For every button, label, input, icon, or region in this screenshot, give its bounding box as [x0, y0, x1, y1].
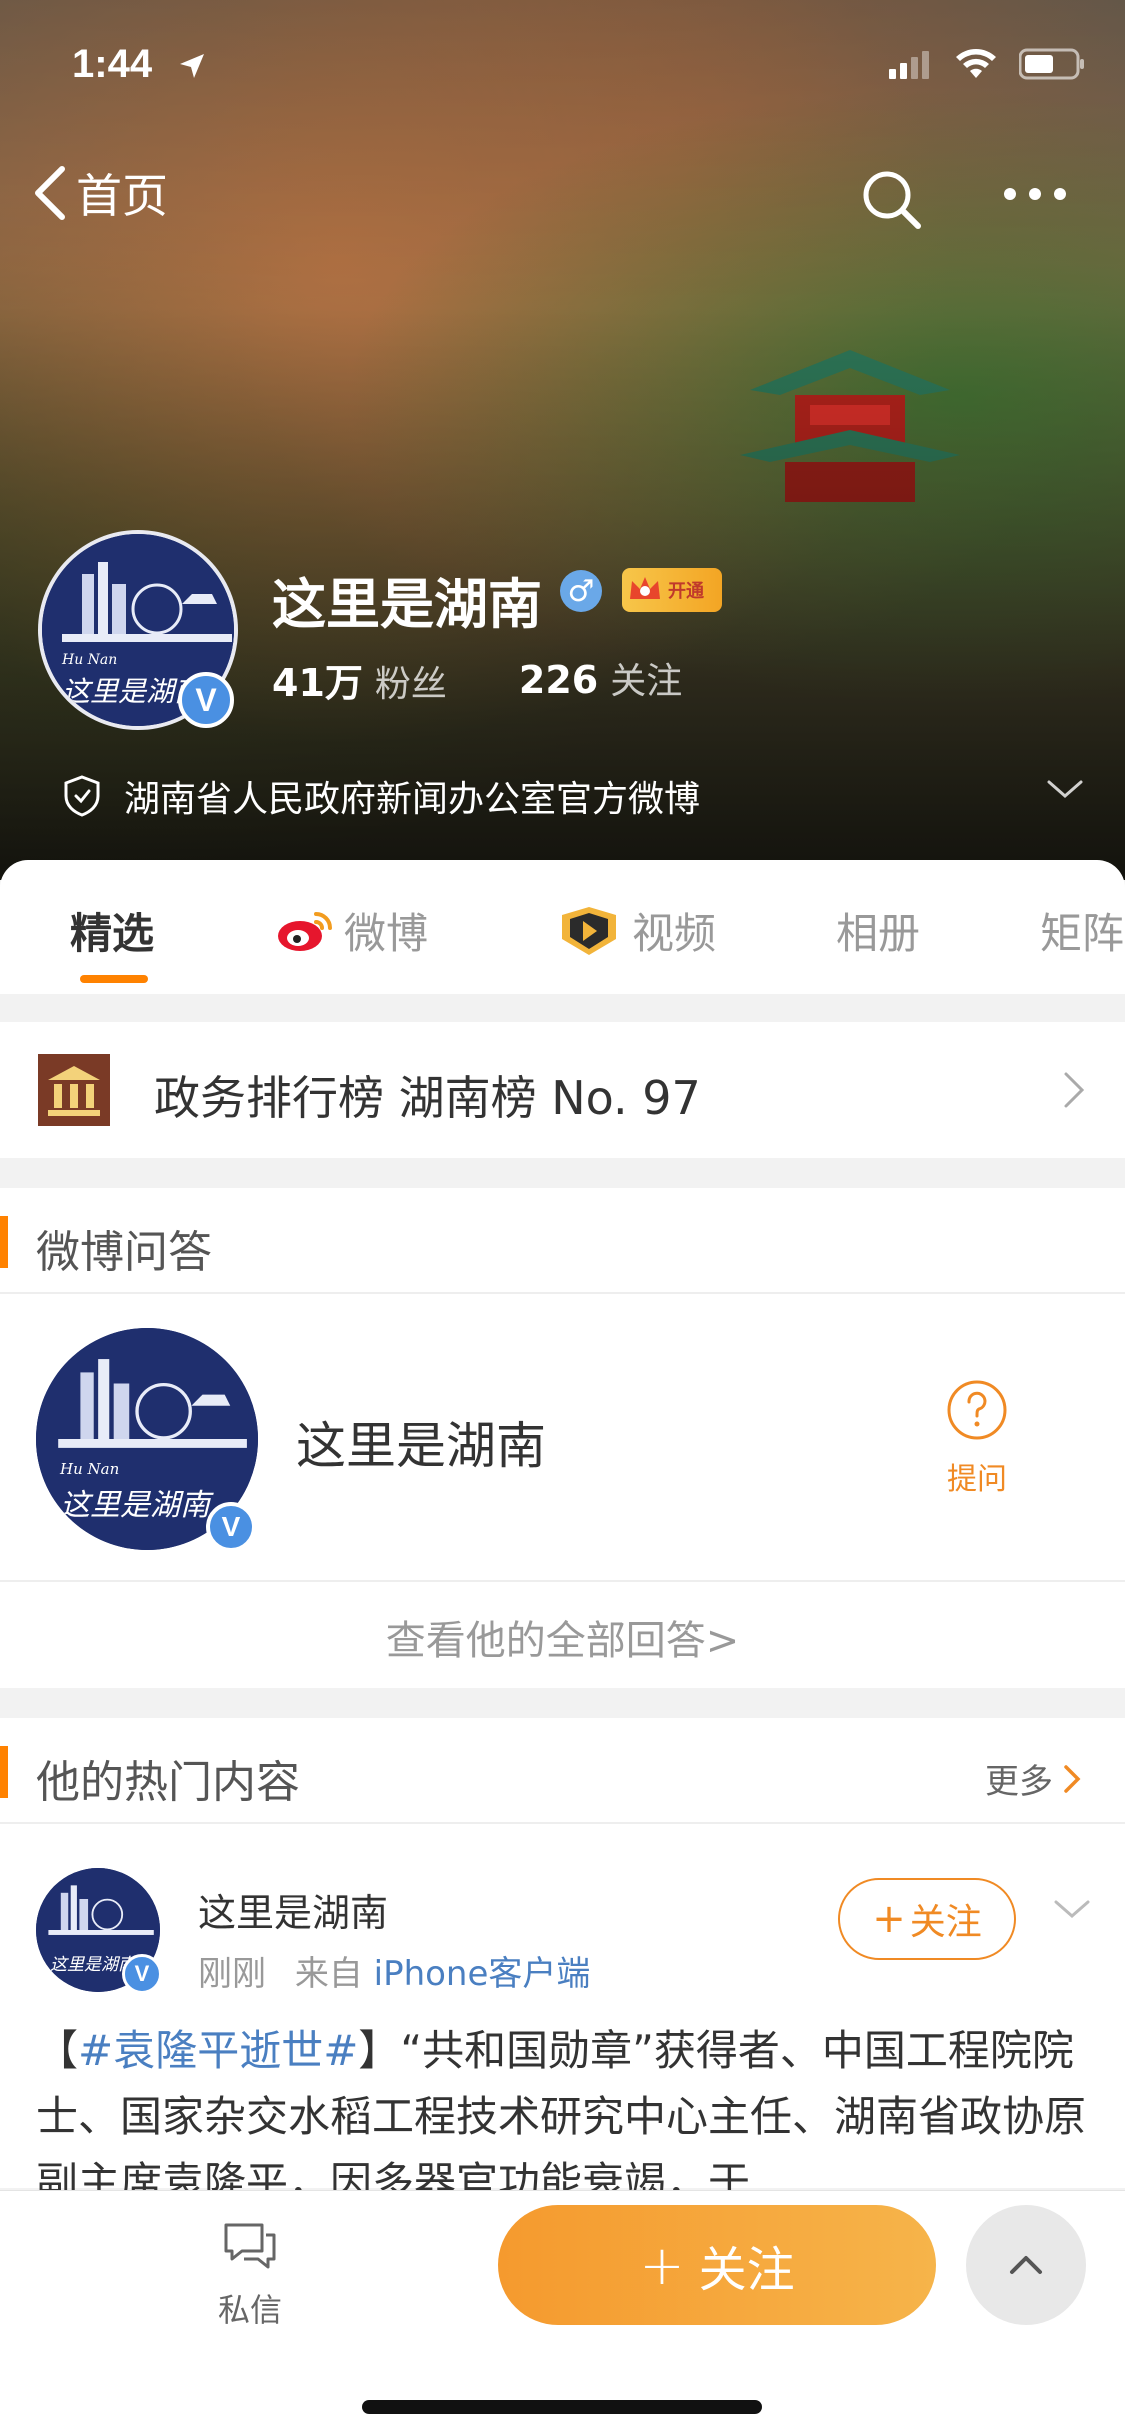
more-link[interactable]: 更多	[985, 1754, 1081, 1803]
search-icon[interactable]	[860, 168, 924, 232]
chevron-left-icon	[35, 166, 65, 220]
status-indicators	[889, 48, 1085, 80]
profile-stats: 41万 粉丝 226 关注	[272, 652, 682, 707]
signal-icon	[889, 51, 929, 79]
location-arrow-icon	[180, 54, 204, 78]
divider	[0, 1822, 1125, 1824]
post-hashtag[interactable]: #袁隆平逝世#	[78, 2026, 358, 2075]
tab-featured[interactable]: 精选	[70, 900, 154, 961]
hot-content-card: 他的热门内容 更多 这里是湖南 V 这里是湖南 刚刚 来自 iPhone客户端 …	[0, 1718, 1125, 2207]
follow-label: 关注	[698, 2242, 795, 2298]
tab-weibo[interactable]: 微博	[276, 900, 428, 961]
post-text-open: 【	[36, 2026, 79, 2075]
plus-icon: +	[639, 2233, 685, 2297]
avatar-caption-cn: 这里是湖南	[60, 1488, 210, 1523]
post-body[interactable]: 【#袁隆平逝世#】“共和国勋章”获得者、中国工程院院士、国家杂交水稻工程技术研究…	[36, 2018, 1096, 2216]
following-label: 关注	[610, 661, 683, 702]
tab-album[interactable]: 相册	[836, 900, 920, 961]
follow-label: 关注	[909, 1902, 982, 1943]
view-all-answers-link[interactable]: 查看他的全部回答>	[0, 1608, 1125, 1666]
back-button[interactable]: 首页	[30, 160, 168, 226]
plus-icon: +	[872, 1896, 906, 1942]
verified-badge: V	[122, 1954, 162, 1994]
post-follow-button[interactable]: + 关注	[838, 1878, 1016, 1960]
question-icon	[947, 1380, 1007, 1440]
qa-name: 这里是湖南	[296, 1417, 546, 1475]
chevron-right-icon	[1064, 1764, 1081, 1793]
followers-count: 41万	[272, 661, 363, 705]
status-bar: 1:44	[0, 0, 1125, 135]
post-from: 来自	[294, 1954, 363, 1994]
post-author-name[interactable]: 这里是湖南	[198, 1882, 388, 1937]
tab-label: 精选	[70, 909, 155, 958]
wifi-icon	[956, 49, 996, 78]
government-building-icon	[38, 1054, 110, 1126]
divider	[0, 1580, 1125, 1582]
tab-label: 矩阵	[1040, 909, 1125, 958]
status-time: 1:44	[72, 42, 153, 86]
divider	[0, 1292, 1125, 1294]
chevron-down-icon[interactable]	[1045, 778, 1085, 802]
official-description[interactable]: 湖南省人民政府新闻办公室官方微博	[62, 770, 700, 822]
chat-bubble-icon	[224, 2223, 276, 2269]
tab-video[interactable]: 视频	[556, 900, 716, 961]
shield-icon	[64, 775, 100, 817]
tab-label: 相册	[836, 909, 921, 958]
followers-label: 粉丝	[374, 664, 447, 705]
crown-icon	[630, 577, 660, 599]
tab-label: 微博	[344, 909, 429, 958]
qa-section-title: 微博问答	[36, 1227, 212, 1278]
followers-stat[interactable]: 41万 粉丝	[272, 652, 447, 707]
hot-section-title: 他的热门内容	[36, 1757, 300, 1808]
battery-icon	[1019, 48, 1084, 80]
section-accent-bar	[0, 1746, 8, 1798]
section-accent-bar	[0, 1216, 8, 1268]
rank-text: 政务排行榜 湖南榜 No. 97	[154, 1071, 701, 1125]
avatar-caption-en: Hu Nan	[62, 652, 118, 668]
more-label: 更多	[985, 1762, 1053, 1802]
post-source[interactable]: iPhone客户端	[374, 1954, 591, 1994]
following-stat[interactable]: 226 关注	[519, 652, 682, 707]
government-rank-card[interactable]: 政务排行榜 湖南榜 No. 97	[0, 1022, 1125, 1158]
verified-badge: V	[206, 1502, 256, 1552]
avatar-caption-en: Hu Nan	[60, 1460, 120, 1478]
post-time: 刚刚	[198, 1954, 266, 1994]
weibo-logo-icon	[278, 911, 332, 951]
vip-badge[interactable]: 开通	[622, 568, 722, 612]
tab-indicator	[80, 975, 148, 983]
chevron-down-icon[interactable]	[1052, 1898, 1092, 1922]
following-count: 226	[518, 658, 599, 702]
video-badge-icon	[562, 906, 616, 955]
ask-button[interactable]: 提问	[945, 1378, 1009, 1498]
ask-label: 提问	[947, 1462, 1007, 1497]
tab-label: 视频	[632, 909, 717, 958]
top-nav: 首页	[0, 160, 1125, 240]
official-text: 湖南省人民政府新闻办公室官方微博	[124, 779, 701, 820]
profile-tabs: 精选 微博 视频 相册 矩阵	[0, 860, 1125, 994]
more-icon[interactable]	[1000, 184, 1070, 204]
vip-label: 开通	[668, 581, 704, 602]
weibo-qa-card: 微博问答 Hu Nan 这里是湖南 V 这里是湖南 提问 查看他的全部回答>	[0, 1188, 1125, 1688]
verified-badge: V	[178, 672, 234, 728]
chevron-up-icon	[1010, 2256, 1042, 2274]
profile-name: 这里是湖南	[272, 573, 542, 636]
chevron-right-icon	[1064, 1072, 1085, 1108]
post-meta: 刚刚 来自 iPhone客户端	[198, 1946, 590, 1995]
back-label: 首页	[76, 169, 168, 223]
direct-message-button[interactable]: 私信	[210, 2219, 290, 2331]
tab-matrix[interactable]: 矩阵	[1040, 900, 1124, 961]
dm-label: 私信	[217, 2291, 282, 2329]
home-indicator	[362, 2400, 762, 2414]
male-icon: ♂	[560, 570, 602, 612]
follow-button[interactable]: + 关注	[498, 2205, 936, 2325]
scroll-to-top-button[interactable]	[966, 2205, 1086, 2325]
